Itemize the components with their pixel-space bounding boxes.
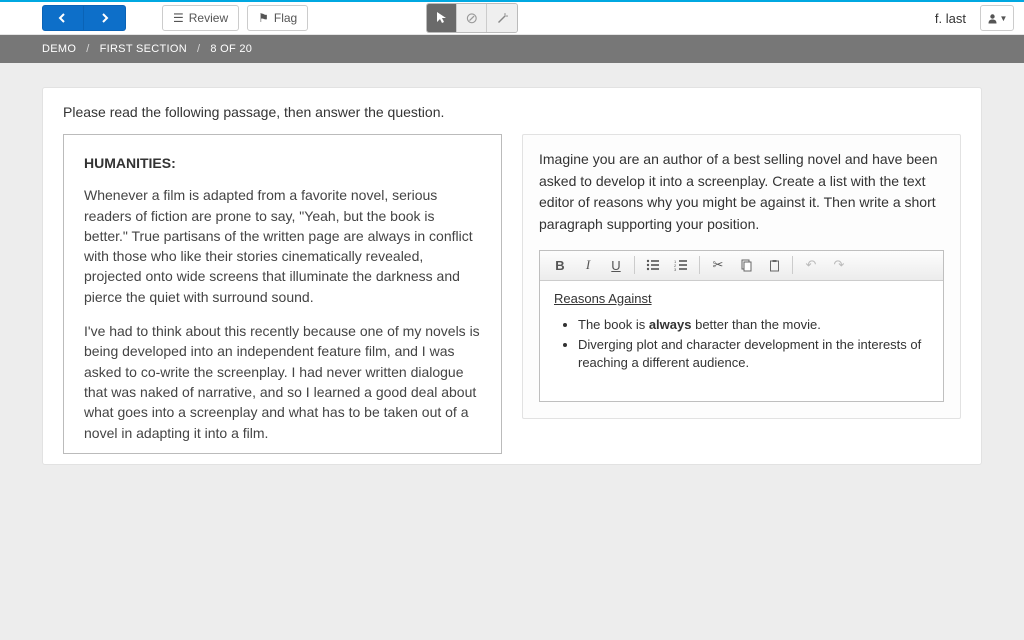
editor-content[interactable]: Reasons Against The book is always bette… (540, 281, 943, 401)
prev-button[interactable] (42, 5, 84, 31)
paste-button[interactable] (760, 253, 788, 277)
crumb-position: 8 OF 20 (210, 43, 252, 55)
copy-icon (740, 259, 753, 272)
undo-button[interactable]: ↶ (797, 253, 825, 277)
caret-down-icon: ▼ (1000, 14, 1008, 23)
passage-column: HUMANITIES: Whenever a film is adapted f… (63, 134, 502, 454)
flag-label: Flag (274, 11, 297, 25)
page-body: Please read the following passage, then … (0, 63, 1024, 489)
annotation-toolbar: ⊘ (426, 3, 518, 33)
svg-text:3: 3 (674, 267, 677, 271)
toolbar-separator (634, 256, 635, 274)
cut-button[interactable]: ✂ (704, 253, 732, 277)
redo-icon: ↷ (834, 257, 845, 273)
editor-list: The book is always better than the movie… (554, 316, 929, 373)
crumb-section[interactable]: FIRST SECTION (100, 43, 187, 55)
editor-toolbar: B I U 123 ✂ (540, 251, 943, 281)
bullet-list-button[interactable] (639, 253, 667, 277)
nav-button-group (42, 5, 126, 31)
list-item: Diverging plot and character development… (578, 336, 929, 372)
italic-icon: I (586, 257, 590, 273)
review-label: Review (189, 11, 228, 25)
columns: HUMANITIES: Whenever a film is adapted f… (63, 134, 961, 454)
underline-icon: U (611, 258, 620, 273)
arrow-left-icon (57, 12, 69, 24)
number-list-icon: 123 (674, 259, 688, 271)
bold-icon: B (555, 258, 564, 273)
question-panel: Imagine you are an author of a best sell… (522, 134, 961, 419)
copy-button[interactable] (732, 253, 760, 277)
cursor-icon (436, 11, 448, 25)
pointer-tool-button[interactable] (427, 4, 457, 32)
underline-button[interactable]: U (602, 253, 630, 277)
italic-button[interactable]: I (574, 253, 602, 277)
breadcrumb: DEMO / FIRST SECTION / 8 OF 20 (0, 35, 1024, 63)
clear-tool-button[interactable]: ⊘ (457, 4, 487, 32)
user-menu-button[interactable]: ▼ (980, 5, 1014, 31)
question-card: Please read the following passage, then … (42, 87, 982, 465)
clipboard-icon (768, 259, 781, 272)
magic-tool-button[interactable] (487, 4, 517, 32)
breadcrumb-sep: / (197, 43, 200, 55)
rich-text-editor: B I U 123 ✂ (539, 250, 944, 402)
bullet-list-icon (646, 259, 660, 271)
undo-icon: ↶ (806, 257, 817, 273)
answer-column: Imagine you are an author of a best sell… (522, 134, 961, 454)
redo-button[interactable]: ↷ (825, 253, 853, 277)
flag-icon: ⚑ (258, 11, 269, 25)
list-item: The book is always better than the movie… (578, 316, 929, 334)
editor-heading: Reasons Against (554, 291, 652, 306)
number-list-button[interactable]: 123 (667, 253, 695, 277)
flag-button[interactable]: ⚑ Flag (247, 5, 308, 31)
crumb-demo[interactable]: DEMO (42, 43, 76, 55)
review-button[interactable]: ☰ Review (162, 5, 239, 31)
instruction-text: Please read the following passage, then … (63, 104, 961, 120)
cancel-icon: ⊘ (465, 9, 478, 27)
user-icon (987, 13, 998, 24)
next-button[interactable] (84, 5, 126, 31)
list-icon: ☰ (173, 11, 184, 25)
passage-heading: HUMANITIES: (84, 153, 481, 173)
breadcrumb-sep: / (86, 43, 89, 55)
passage-scrollbox[interactable]: HUMANITIES: Whenever a film is adapted f… (63, 134, 502, 454)
username-label: f. last (935, 11, 966, 26)
arrow-right-icon (99, 12, 111, 24)
question-text: Imagine you are an author of a best sell… (539, 149, 944, 236)
passage-paragraph: I've had to think about this recently be… (84, 321, 481, 443)
wand-icon (495, 11, 509, 25)
bold-button[interactable]: B (546, 253, 574, 277)
passage-paragraph: Whenever a film is adapted from a favori… (84, 185, 481, 307)
toolbar-separator (792, 256, 793, 274)
scissors-icon: ✂ (713, 257, 724, 273)
toolbar-separator (699, 256, 700, 274)
topbar: ☰ Review ⚑ Flag ⊘ f. last ▼ (0, 0, 1024, 35)
